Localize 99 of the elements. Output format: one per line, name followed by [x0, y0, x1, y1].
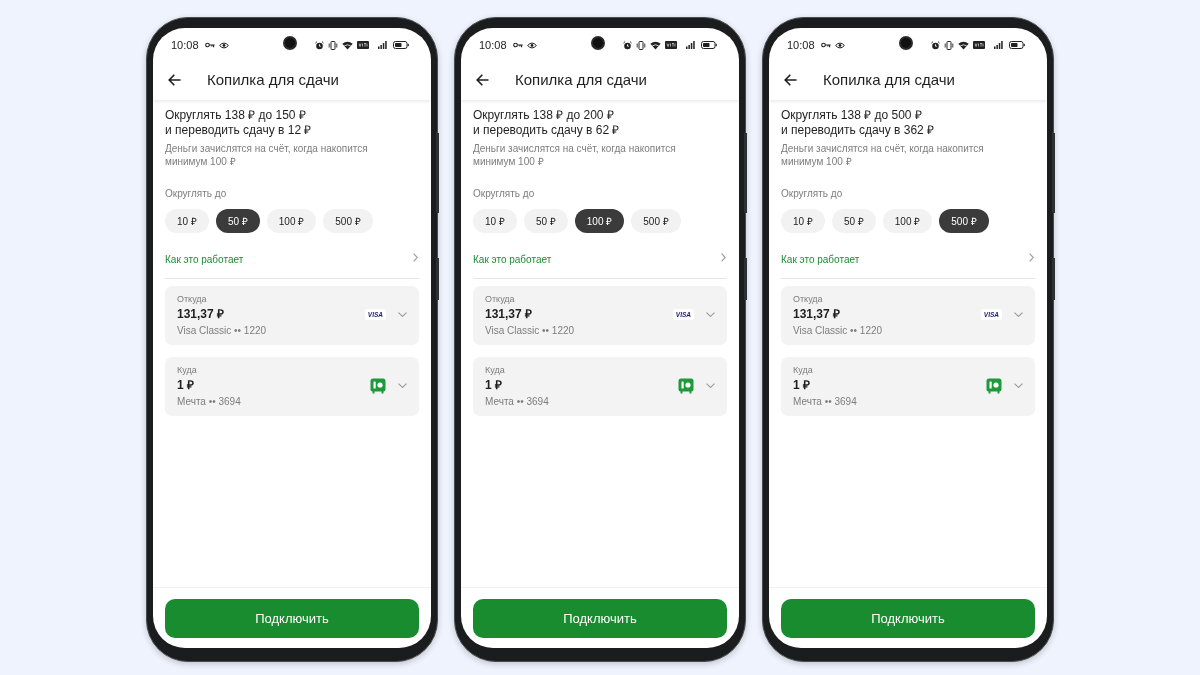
wifi-icon	[958, 40, 969, 50]
savings-box-icon	[370, 377, 386, 394]
front-camera	[899, 36, 913, 50]
round-option-chip[interactable]: 10 ₽	[781, 209, 825, 233]
back-arrow-icon	[783, 74, 797, 86]
how-it-works-link[interactable]: Как это работает	[165, 253, 244, 266]
round-option-chip[interactable]: 50 ₽	[523, 209, 568, 233]
wifi-icon	[342, 40, 353, 50]
key-icon	[204, 42, 215, 48]
summary-text: Округлять 138 ₽ до 150 ₽ и переводить сдачу в 12 ₽	[165, 108, 313, 138]
round-option-chip[interactable]: 100 ₽	[266, 209, 317, 233]
account-name: Visa Classic •• 1220	[485, 325, 576, 337]
eye-icon	[834, 41, 845, 49]
status-time: 10:08	[171, 37, 199, 53]
back-button[interactable]	[475, 73, 489, 87]
account-amount: 131,37 ₽	[485, 307, 534, 322]
account-name: Мечта •• 3694	[177, 396, 242, 408]
alarm-icon	[315, 40, 324, 50]
wifi-icon	[650, 40, 661, 50]
account-label: Откуда	[793, 294, 824, 305]
round-to-label: Округлять до	[165, 187, 228, 200]
account-card[interactable]: Куда 1 ₽ Мечта •• 3694	[473, 357, 727, 416]
battery-icon	[701, 41, 717, 49]
round-option-chip[interactable]: 50 ₽	[831, 209, 876, 233]
chevron-down-icon	[1014, 312, 1023, 317]
signal-icon	[378, 41, 387, 49]
account-label: Куда	[485, 365, 506, 376]
round-option-chip[interactable]: 10 ₽	[165, 209, 209, 233]
status-time: 10:08	[787, 37, 815, 53]
page-title: Копилка для сдачи	[207, 69, 339, 90]
how-it-works-link[interactable]: Как это работает	[473, 253, 552, 266]
key-icon	[820, 42, 831, 48]
account-name: Visa Classic •• 1220	[793, 325, 884, 337]
account-name: Мечта •• 3694	[793, 396, 858, 408]
volte-icon	[357, 41, 369, 49]
status-time: 10:08	[479, 37, 507, 53]
account-amount: 131,37 ₽	[793, 307, 842, 322]
chevron-right-icon	[413, 253, 418, 262]
battery-icon	[393, 41, 409, 49]
chevron-down-icon	[706, 312, 715, 317]
front-camera	[283, 36, 297, 50]
savings-box-icon	[678, 377, 694, 394]
chevron-down-icon	[706, 383, 715, 388]
volte-icon	[665, 41, 677, 49]
round-option-chip[interactable]: 10 ₽	[473, 209, 517, 233]
account-label: Куда	[177, 365, 198, 376]
round-to-label: Округлять до	[781, 187, 844, 200]
account-name: Мечта •• 3694	[485, 396, 550, 408]
account-label: Откуда	[177, 294, 208, 305]
chevron-right-icon	[721, 253, 726, 262]
account-amount: 131,37 ₽	[177, 307, 226, 322]
account-name: Visa Classic •• 1220	[177, 325, 268, 337]
summary-note: Деньги зачислятся на счёт, когда накопится минимум 100 ₽	[165, 142, 369, 168]
account-amount: 1 ₽	[793, 378, 811, 393]
savings-box-icon	[986, 377, 1002, 394]
connect-button[interactable]: Подключить	[781, 599, 1035, 638]
page-title: Копилка для сдачи	[823, 69, 955, 90]
account-label: Куда	[793, 365, 814, 376]
connect-button[interactable]: Подключить	[165, 599, 419, 638]
summary-text: Округлять 138 ₽ до 200 ₽ и переводить сдачу в 62 ₽	[473, 108, 621, 138]
round-option-chip[interactable]: 500 ₽	[939, 209, 989, 233]
key-icon	[512, 42, 523, 48]
vibrate-icon	[328, 40, 338, 50]
back-button[interactable]	[783, 73, 797, 87]
round-to-label: Округлять до	[473, 187, 536, 200]
account-card[interactable]: Куда 1 ₽ Мечта •• 3694	[781, 357, 1035, 416]
chevron-down-icon	[398, 312, 407, 317]
signal-icon	[994, 41, 1003, 49]
alarm-icon	[623, 40, 632, 50]
volte-icon	[973, 41, 985, 49]
round-option-chip[interactable]: 100 ₽	[882, 209, 933, 233]
back-arrow-icon	[167, 74, 181, 86]
summary-note: Деньги зачислятся на счёт, когда накопится минимум 100 ₽	[781, 142, 985, 168]
how-it-works-link[interactable]: Как это работает	[781, 253, 860, 266]
vibrate-icon	[636, 40, 646, 50]
summary-note: Деньги зачислятся на счёт, когда накопится минимум 100 ₽	[473, 142, 677, 168]
battery-icon	[1009, 41, 1025, 49]
round-option-chip[interactable]: 50 ₽	[215, 209, 260, 233]
page-title: Копилка для сдачи	[515, 69, 647, 90]
alarm-icon	[931, 40, 940, 50]
round-option-chip[interactable]: 500 ₽	[631, 209, 681, 233]
connect-button[interactable]: Подключить	[473, 599, 727, 638]
front-camera	[591, 36, 605, 50]
round-option-chip[interactable]: 100 ₽	[574, 209, 625, 233]
account-amount: 1 ₽	[177, 378, 195, 393]
eye-icon	[526, 41, 537, 49]
chevron-right-icon	[1029, 253, 1034, 262]
chevron-down-icon	[1014, 383, 1023, 388]
chevron-down-icon	[398, 383, 407, 388]
vibrate-icon	[944, 40, 954, 50]
account-amount: 1 ₽	[485, 378, 503, 393]
round-option-chip[interactable]: 500 ₽	[323, 209, 373, 233]
account-label: Откуда	[485, 294, 516, 305]
eye-icon	[218, 41, 229, 49]
account-card[interactable]: Куда 1 ₽ Мечта •• 3694	[165, 357, 419, 416]
back-button[interactable]	[167, 73, 181, 87]
back-arrow-icon	[475, 74, 489, 86]
signal-icon	[686, 41, 695, 49]
summary-text: Округлять 138 ₽ до 500 ₽ и переводить сдачу в 362 ₽	[781, 108, 936, 138]
